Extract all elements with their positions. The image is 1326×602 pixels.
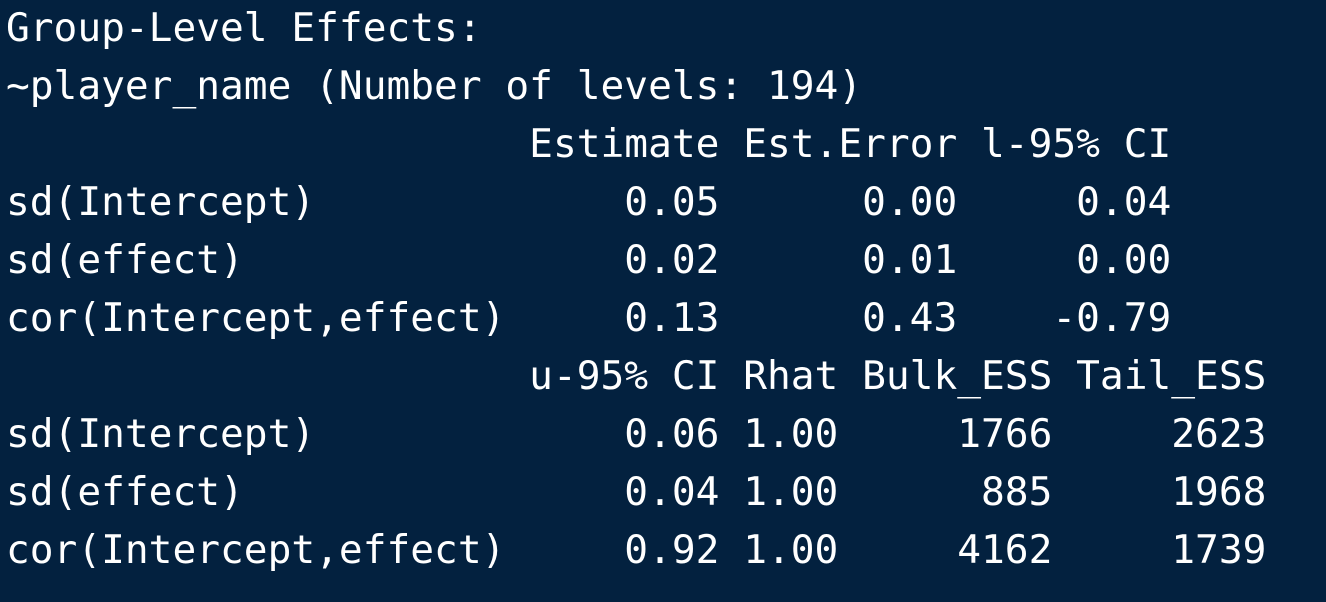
table-header-1: Estimate Est.Error l-95% CI	[6, 121, 1172, 167]
table-header-2: u-95% CI Rhat Bulk_ESS Tail_ESS	[6, 353, 1267, 399]
table-row: sd(Intercept) 0.05 0.00 0.04	[6, 179, 1172, 225]
terminal-output: Group-Level Effects: ~player_name (Numbe…	[0, 0, 1326, 602]
table-row: cor(Intercept,effect) 0.13 0.43 -0.79	[6, 295, 1172, 341]
section-heading: Group-Level Effects:	[6, 5, 482, 51]
table-row: sd(effect) 0.04 1.00 885 1968	[6, 469, 1267, 515]
table-row: cor(Intercept,effect) 0.92 1.00 4162 173…	[6, 527, 1267, 573]
table-row: sd(effect) 0.02 0.01 0.00	[6, 237, 1172, 283]
table-row: sd(Intercept) 0.06 1.00 1766 2623	[6, 411, 1267, 457]
group-header: ~player_name (Number of levels: 194)	[6, 63, 863, 109]
